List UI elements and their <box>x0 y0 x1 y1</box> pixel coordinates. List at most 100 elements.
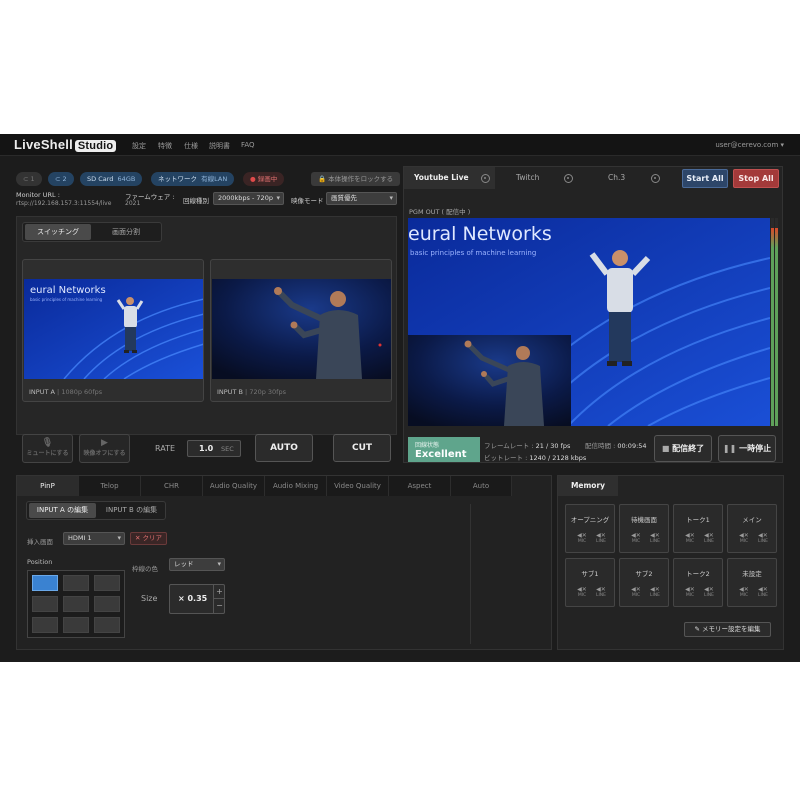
memory-slot-label: トーク1 <box>686 516 710 524</box>
mic-mute-icon[interactable]: ◀✕ MIC <box>737 532 751 544</box>
memory-slot[interactable]: 待機画面 ◀✕ MIC ◀✕ LINE <box>619 504 669 553</box>
ch3-settings-gear-icon[interactable] <box>651 174 660 183</box>
tab-audio-quality[interactable]: Audio Quality <box>203 476 265 496</box>
app-logo: LiveShell Studio <box>14 137 117 152</box>
memory-slot[interactable]: トーク1 ◀✕ MIC ◀✕ LINE <box>673 504 723 553</box>
tab-video-quality[interactable]: Video Quality <box>327 476 389 496</box>
start-all-button[interactable]: Start All <box>682 169 728 188</box>
tab-aspect[interactable]: Aspect <box>389 476 451 496</box>
position-bottom-left[interactable] <box>32 617 58 633</box>
input-a-preview[interactable]: eural Networks basic principles of machi… <box>22 259 204 402</box>
network-badge: ネットワーク 有線LAN <box>151 172 235 186</box>
line-mute-icon[interactable]: ◀✕ LINE <box>648 532 662 544</box>
tab-chr[interactable]: CHR <box>141 476 203 496</box>
nav-specs[interactable]: 仕様 <box>184 141 198 151</box>
memory-slot[interactable]: サブ1 ◀✕ MIC ◀✕ LINE <box>565 558 615 607</box>
input-b-preview[interactable]: INPUT B | 720p 30fps <box>210 259 392 402</box>
tab-edit-input-b[interactable]: INPUT B の編集 <box>98 503 165 518</box>
memory-slot[interactable]: 未設定 ◀✕ MIC ◀✕ LINE <box>727 558 777 607</box>
position-middle-right[interactable] <box>94 596 120 612</box>
recording-badge[interactable]: ● 録画中 <box>243 172 285 186</box>
svg-text:basic principles of machine le: basic principles of machine learning <box>30 297 103 302</box>
tab-pinp[interactable]: PinP <box>17 476 79 496</box>
end-stream-button[interactable]: ■ 配信終了 <box>654 435 712 462</box>
memory-slot-label: メイン <box>742 516 762 524</box>
position-bottom-right[interactable] <box>94 617 120 633</box>
size-decrease-button[interactable]: − <box>213 599 225 613</box>
tab-switching[interactable]: スイッチング <box>25 224 91 240</box>
video-mode-select[interactable]: 画質優先 <box>326 192 397 205</box>
tab-youtube-live[interactable]: Youtube Live <box>404 167 495 189</box>
edit-memory-button[interactable]: ✎ メモリー設定を編集 <box>684 622 771 637</box>
memory-slot[interactable]: メイン ◀✕ MIC ◀✕ LINE <box>727 504 777 553</box>
memory-slot-label: トーク2 <box>686 570 710 578</box>
mic-mute-icon[interactable]: ◀✕ MIC <box>683 532 697 544</box>
user-menu[interactable]: user@cerevo.com ▾ <box>715 141 784 149</box>
insert-screen-label: 挿入画面 <box>27 538 53 546</box>
line-mute-icon[interactable]: ◀✕ LINE <box>594 586 608 598</box>
mic-mute-icon[interactable]: ◀✕ MIC <box>629 532 643 544</box>
edit-icon: ✎ <box>694 625 700 633</box>
line-mute-icon[interactable]: ◀✕ LINE <box>702 586 716 598</box>
memory-tab[interactable]: Memory <box>558 476 618 496</box>
frame-color-select[interactable]: レッド <box>169 558 225 571</box>
position-top-left[interactable] <box>32 575 58 591</box>
pgm-out-label: PGM OUT ( 配信中 ) <box>409 208 471 216</box>
line-type-select[interactable]: 2000kbps - 720p <box>213 192 284 205</box>
memory-slot[interactable]: サブ2 ◀✕ MIC ◀✕ LINE <box>619 558 669 607</box>
auto-transition-button[interactable]: AUTO <box>255 434 313 462</box>
video-off-button[interactable]: ▶ 映像オフにする <box>79 434 130 463</box>
tab-split-screen[interactable]: 画面分割 <box>93 224 159 240</box>
position-middle-left[interactable] <box>32 596 58 612</box>
size-stepper[interactable]: × 0.35 + − <box>169 584 225 614</box>
memory-slot[interactable]: オープニング ◀✕ MIC ◀✕ LINE <box>565 504 615 553</box>
input-a-caption: INPUT A | 1080p 60fps <box>29 388 103 396</box>
line-mute-icon[interactable]: ◀✕ LINE <box>756 586 770 598</box>
position-top-center[interactable] <box>63 575 89 591</box>
cut-transition-button[interactable]: CUT <box>333 434 391 462</box>
nav-settings[interactable]: 設定 <box>132 141 146 151</box>
monitor-url-value[interactable]: rtsp://192.168.157.3:11554/live <box>16 200 111 207</box>
nav-features[interactable]: 特徴 <box>158 141 172 151</box>
pause-stream-button[interactable]: ❚❚ 一時停止 <box>718 435 776 462</box>
line-state-badge: 回線状態 Excellent <box>408 437 480 462</box>
audio-meter-left <box>771 218 774 426</box>
microphone-icon: 🎙 <box>41 438 54 448</box>
tab-auto[interactable]: Auto <box>451 476 512 496</box>
position-bottom-center[interactable] <box>63 617 89 633</box>
mic-mute-icon[interactable]: ◀✕ MIC <box>737 586 751 598</box>
tab-edit-input-a[interactable]: INPUT A の編集 <box>29 503 96 518</box>
frame-color-label: 枠線の色 <box>132 565 158 573</box>
line-mute-icon[interactable]: ◀✕ LINE <box>756 532 770 544</box>
nav-manual[interactable]: 説明書 <box>209 141 230 151</box>
position-middle-center[interactable] <box>63 596 89 612</box>
stop-all-button[interactable]: Stop All <box>733 169 779 188</box>
line-mute-icon[interactable]: ◀✕ LINE <box>648 586 662 598</box>
mic-mute-icon[interactable]: ◀✕ MIC <box>575 532 589 544</box>
nav-faq[interactable]: FAQ <box>241 141 255 149</box>
youtube-settings-gear-icon[interactable] <box>481 174 490 183</box>
line-mute-icon[interactable]: ◀✕ LINE <box>702 532 716 544</box>
mic-mute-icon[interactable]: ◀✕ MIC <box>629 586 643 598</box>
input-2-indicator[interactable]: ⊂ 2 <box>48 172 74 186</box>
rate-input[interactable]: 1.0 SEC <box>187 440 241 457</box>
pause-icon: ❚❚ <box>722 444 737 453</box>
size-increase-button[interactable]: + <box>213 585 225 599</box>
input-1-indicator[interactable]: ⊂ 1 <box>16 172 42 186</box>
top-bar: LiveShell Studio 設定 特徴 仕様 説明書 FAQ user@ce… <box>0 134 800 156</box>
position-top-right[interactable] <box>94 575 120 591</box>
clear-button[interactable]: ✕ クリア <box>130 532 168 545</box>
tab-ch3[interactable]: Ch.3 <box>585 167 671 189</box>
mute-button[interactable]: 🎙 ミュートにする <box>22 434 73 463</box>
memory-slot[interactable]: トーク2 ◀✕ MIC ◀✕ LINE <box>673 558 723 607</box>
mic-mute-icon[interactable]: ◀✕ MIC <box>683 586 697 598</box>
tab-twitch[interactable]: Twitch <box>497 167 583 189</box>
twitch-settings-gear-icon[interactable] <box>564 174 573 183</box>
tab-audio-mixing[interactable]: Audio Mixing <box>265 476 327 496</box>
lock-device-button[interactable]: 🔒 本体操作をロックする <box>311 172 401 186</box>
mic-mute-icon[interactable]: ◀✕ MIC <box>575 586 589 598</box>
close-icon: ✕ <box>135 534 141 542</box>
insert-screen-select[interactable]: HDMI 1 <box>63 532 125 545</box>
line-mute-icon[interactable]: ◀✕ LINE <box>594 532 608 544</box>
tab-telop[interactable]: Telop <box>79 476 141 496</box>
